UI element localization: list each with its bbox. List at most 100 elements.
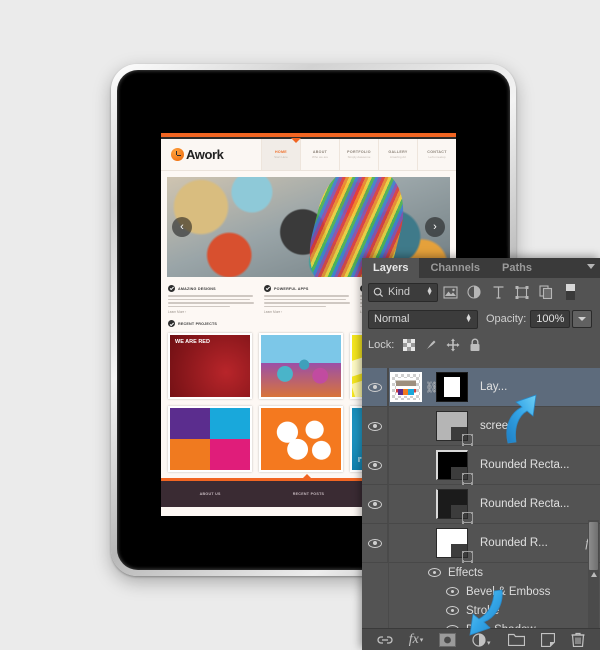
- layer-thumbnail[interactable]: [436, 411, 473, 446]
- slider-prev-button[interactable]: ‹: [172, 217, 192, 237]
- layer-visibility-toggle[interactable]: [362, 407, 388, 445]
- layer-visibility-toggle[interactable]: [362, 485, 388, 523]
- mask-link-icon[interactable]: ⛓: [425, 381, 439, 394]
- smart-object-filter-icon[interactable]: [534, 281, 558, 303]
- layer-thumbnail[interactable]: [436, 528, 473, 563]
- effect-row-drop-shadow[interactable]: Drop Shadow: [362, 620, 600, 628]
- nav-sublabel: Simply Awesome: [347, 155, 371, 160]
- opacity-dropdown-arrow[interactable]: [572, 310, 593, 328]
- site-nav-item-about[interactable]: ABOUT Who we are: [300, 139, 339, 170]
- layer-visibility-toggle[interactable]: [362, 368, 388, 406]
- scrollbar-thumb[interactable]: [589, 522, 598, 570]
- eye-icon[interactable]: [428, 568, 441, 577]
- vector-mask-badge-icon: [461, 433, 473, 446]
- tab-paths[interactable]: Paths: [491, 258, 543, 278]
- nav-label: GALLERY: [388, 149, 408, 154]
- effects-group-label: Effects: [448, 566, 483, 579]
- pixel-filter-icon[interactable]: [438, 281, 462, 303]
- photoshop-layers-panel: Layers Channels Paths Kind ▲ ▼ Normal ▲ …: [362, 258, 600, 650]
- layer-thumbnail-cell: ⛓: [388, 368, 472, 406]
- portfolio-item[interactable]: [259, 333, 343, 400]
- layer-thumbnail-cell: [388, 407, 473, 446]
- layer-thumbnail[interactable]: [436, 489, 473, 524]
- eye-icon[interactable]: [446, 587, 459, 596]
- tab-channels[interactable]: Channels: [419, 258, 491, 278]
- table-row[interactable]: Rounded R... fx: [362, 524, 600, 563]
- effect-label: Stroke: [466, 604, 500, 617]
- filter-kind-dropdown[interactable]: Kind ▲ ▼: [368, 282, 438, 302]
- table-row[interactable]: screen: [362, 407, 600, 446]
- blend-row: Normal ▲ ▼ Opacity: 100%: [362, 306, 600, 332]
- add-layer-mask-icon[interactable]: [439, 632, 457, 647]
- lock-all-icon[interactable]: [464, 335, 486, 355]
- feature-learn-more-link[interactable]: Learn More ›: [264, 310, 353, 314]
- eye-icon: [367, 460, 382, 470]
- feature-title: POWERFUL APPS: [274, 286, 309, 291]
- layer-visibility-toggle[interactable]: [362, 524, 388, 562]
- panel-menu-icon[interactable]: [587, 264, 595, 269]
- new-layer-icon[interactable]: [541, 632, 556, 647]
- scroll-up-arrow-icon[interactable]: [590, 572, 597, 577]
- layers-list[interactable]: ⛓ Lay... screen Rounded Recta... Rounded…: [362, 368, 600, 628]
- portfolio-item[interactable]: [168, 406, 252, 473]
- layer-name[interactable]: screen: [472, 420, 600, 432]
- add-layer-style-icon[interactable]: fx ▾: [409, 632, 424, 648]
- layer-mask-thumbnail[interactable]: [436, 372, 468, 402]
- portfolio-item[interactable]: WE ARE RED: [168, 333, 252, 400]
- effect-row-stroke[interactable]: Stroke: [362, 601, 600, 620]
- lock-image-icon[interactable]: [420, 335, 442, 355]
- table-row[interactable]: Rounded Recta...: [362, 446, 600, 485]
- layer-name[interactable]: Rounded R...: [472, 537, 580, 549]
- link-layers-icon[interactable]: [377, 635, 393, 645]
- portfolio-item[interactable]: [259, 406, 343, 473]
- new-group-icon[interactable]: [508, 633, 526, 646]
- eye-icon: [367, 538, 382, 548]
- footer-link-about-us[interactable]: ABOUT US: [161, 492, 259, 496]
- site-nav-item-home[interactable]: HOME Start Here: [261, 139, 300, 170]
- layer-thumbnail[interactable]: [436, 450, 473, 485]
- type-filter-icon[interactable]: [486, 281, 510, 303]
- site-nav-item-contact[interactable]: CONTACT Let's meetup: [417, 139, 456, 170]
- layer-name[interactable]: Lay...: [472, 381, 600, 393]
- lock-position-icon[interactable]: [442, 335, 464, 355]
- tab-layers[interactable]: Layers: [362, 258, 420, 278]
- site-nav-items: HOME Start Here ABOUT Who we are PORTFOL…: [261, 139, 456, 170]
- effect-row-bevel-emboss[interactable]: Bevel & Emboss: [362, 582, 600, 601]
- site-nav-item-portfolio[interactable]: PORTFOLIO Simply Awesome: [339, 139, 378, 170]
- eye-icon[interactable]: [446, 606, 459, 615]
- nav-label: PORTFOLIO: [347, 149, 371, 154]
- layer-thumbnail-cell: [388, 524, 473, 563]
- layer-name[interactable]: Rounded Recta...: [472, 498, 600, 510]
- stepper-arrows-icon: ▲ ▼: [465, 313, 472, 324]
- feature-body-text: [264, 295, 353, 308]
- panel-tab-bar: Layers Channels Paths: [362, 258, 600, 278]
- nav-sublabel: Who we are: [311, 155, 328, 160]
- layer-name[interactable]: Rounded Recta...: [472, 459, 600, 471]
- table-row[interactable]: Rounded Recta...: [362, 485, 600, 524]
- blend-mode-dropdown[interactable]: Normal ▲ ▼: [368, 309, 478, 329]
- lock-transparency-icon[interactable]: [398, 335, 420, 355]
- feature-powerful-apps: POWERFUL APPS Learn More ›: [264, 285, 353, 314]
- vector-mask-badge-icon: [461, 550, 473, 563]
- effects-group-row[interactable]: Effects: [362, 563, 600, 582]
- filter-toggle-icon[interactable]: [558, 281, 582, 303]
- adjustment-filter-icon[interactable]: [462, 281, 486, 303]
- delete-layer-icon[interactable]: [571, 632, 585, 647]
- opacity-input[interactable]: 100%: [530, 310, 571, 328]
- table-row[interactable]: ⛓ Lay...: [362, 368, 600, 407]
- lock-label: Lock:: [368, 339, 395, 351]
- layer-visibility-toggle[interactable]: [362, 446, 388, 484]
- filter-kind-label: Kind: [388, 286, 411, 298]
- feature-amazing-designs: AMAZING DESIGNS Learn More ›: [168, 285, 257, 314]
- feature-learn-more-link[interactable]: Learn More ›: [168, 310, 257, 314]
- site-nav-item-gallery[interactable]: GALLERY Amazing Art: [378, 139, 417, 170]
- lock-row: Lock:: [362, 332, 600, 358]
- site-logo[interactable]: Awork: [161, 147, 261, 162]
- footer-link-recent-posts[interactable]: RECENT POSTS: [259, 492, 357, 496]
- new-adjustment-layer-icon[interactable]: ▾: [472, 632, 492, 647]
- slider-next-button[interactable]: ›: [425, 217, 445, 237]
- layer-thumbnail[interactable]: [390, 372, 422, 402]
- effect-label: Bevel & Emboss: [466, 585, 551, 598]
- svg-text:▾: ▾: [487, 640, 491, 647]
- shape-filter-icon[interactable]: [510, 281, 534, 303]
